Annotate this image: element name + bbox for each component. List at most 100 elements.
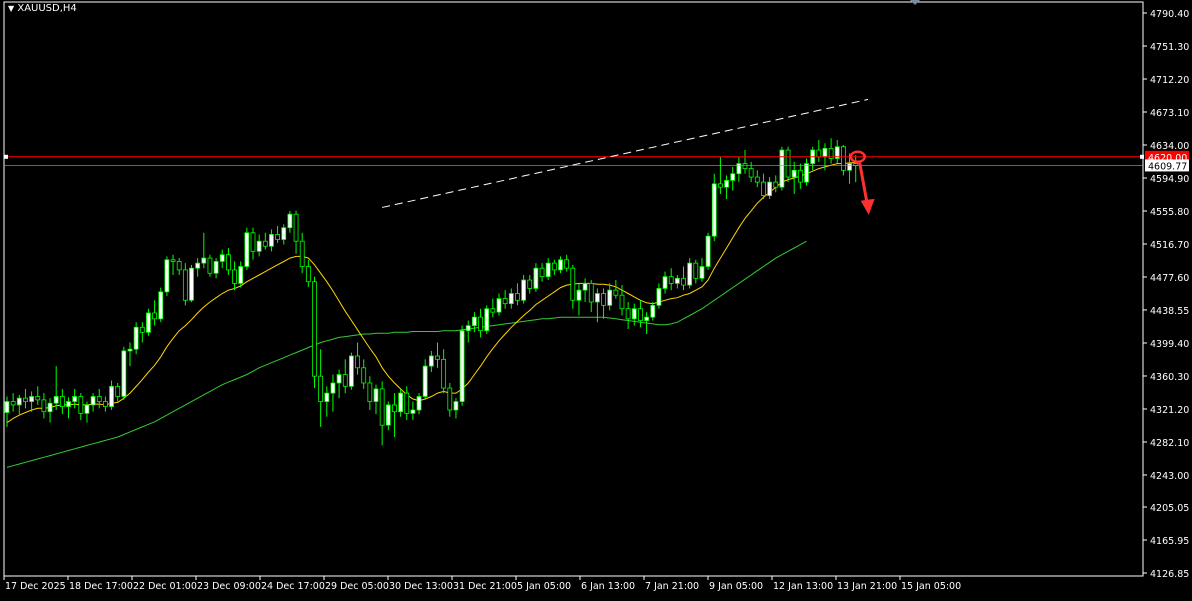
candle-body [281,227,287,240]
candle-body [115,385,121,397]
price-tick-label: 4751.30 [1150,42,1189,53]
candle-body [238,266,244,284]
candle-body [588,283,594,303]
bid-price-label: 4609.77 [1148,161,1187,172]
time-tick-label: 23 Dec 09:00 [197,581,261,592]
candle-body [601,293,606,306]
candle-body [90,396,96,406]
price-tick-label: 4321.20 [1150,405,1189,416]
candle-body [699,266,705,279]
dashed-trendline[interactable] [382,98,869,208]
candle-body [742,163,748,170]
candle-body [564,259,570,269]
candle-body [656,288,662,306]
time-tick-label: 17 Dec 2025 [5,581,66,592]
chart-window[interactable]: 4790.40 4751.30 4712.20 4673.10 4634.00 4594.… [0,0,1192,597]
candle-body [841,146,846,171]
slow-ma-line [6,240,807,468]
price-chart[interactable]: 4790.40 4751.30 4712.20 4673.10 4634.00 4594.… [0,0,1192,597]
candle-body [650,304,656,318]
price-tick-label: 4673.10 [1150,108,1189,119]
level-handle-left[interactable] [4,154,8,159]
price-tick-label: 4126.85 [1150,569,1189,580]
candle-body [361,367,367,384]
time-tick-label: 18 Dec 17:00 [69,581,133,592]
candle-body [773,181,779,188]
candle-body [293,213,299,242]
time-tick-label: 6 Jan 13:00 [581,581,635,592]
candle-body [47,402,53,413]
candle-body [336,374,342,384]
candle-body [342,374,348,387]
candle-body [269,234,274,247]
candle-body [545,262,551,278]
candle-body [96,396,102,402]
time-tick-label: 5 Jan 05:00 [517,581,571,592]
time-tick-label: 7 Jan 21:00 [645,581,699,592]
candle-body [262,240,268,247]
candle-body [182,269,188,301]
candle-body [558,259,563,271]
price-tick-label: 4712.20 [1150,75,1189,86]
candle-body [496,298,502,313]
price-tick-label: 4438.55 [1150,306,1189,317]
candle-body [164,259,170,293]
time-tick-label: 22 Dec 01:00 [133,581,197,592]
time-tick-label: 15 Jan 05:00 [901,581,961,592]
candle-body [35,396,41,401]
candle-body [16,397,22,406]
candle-body [644,316,649,321]
candle-body [146,312,151,333]
candle-body [410,409,416,414]
candle-body [225,254,231,271]
candle-body [551,262,557,271]
time-tick-label: 13 Jan 21:00 [837,581,897,592]
candle-body [687,262,693,286]
candle-body [373,388,379,402]
candle-body [533,267,539,289]
candle-body [158,291,164,320]
candle-body [189,267,194,301]
price-tick-label: 4165.95 [1150,536,1189,547]
candle-body [705,235,711,267]
candle-body [459,330,465,402]
candle-body [201,257,207,264]
candle-body [508,293,514,305]
candle-body [195,262,201,269]
candle-body [139,326,145,333]
candle-body [207,257,213,274]
candle-body [527,279,533,289]
candle-body [324,392,330,402]
candle-body [385,404,391,426]
candle-body [4,401,10,413]
candle-body [379,388,385,426]
candle-body [244,232,250,267]
price-tick-label: 4360.30 [1150,372,1189,383]
candle-body [250,232,256,252]
candle-body [822,147,828,158]
price-tick-label: 4634.00 [1150,141,1189,152]
candle-body [41,399,47,413]
candle-body [718,183,723,188]
candle-body [625,308,631,320]
level-handle-right[interactable] [1140,154,1144,159]
candle-body [638,308,643,321]
candle-body [847,163,852,171]
candle-body [693,262,699,279]
candle-body [318,375,324,402]
candle-body [674,277,680,284]
candle-body [539,267,545,278]
dropdown-triangle-icon[interactable]: ▼ [8,4,14,13]
candle-body [109,385,114,408]
candle-body [53,396,59,404]
time-tick-label: 31 Dec 21:00 [453,581,517,592]
candle-body [631,308,637,320]
candle-body [662,276,668,289]
candle-body [10,401,16,406]
time-tick-label: 9 Jan 05:00 [709,581,763,592]
price-tick-label: 4477.60 [1150,273,1189,284]
candle-body [275,234,281,240]
candle-body [133,326,139,350]
price-tick-label: 4399.40 [1150,339,1189,350]
candle-body [521,279,526,301]
